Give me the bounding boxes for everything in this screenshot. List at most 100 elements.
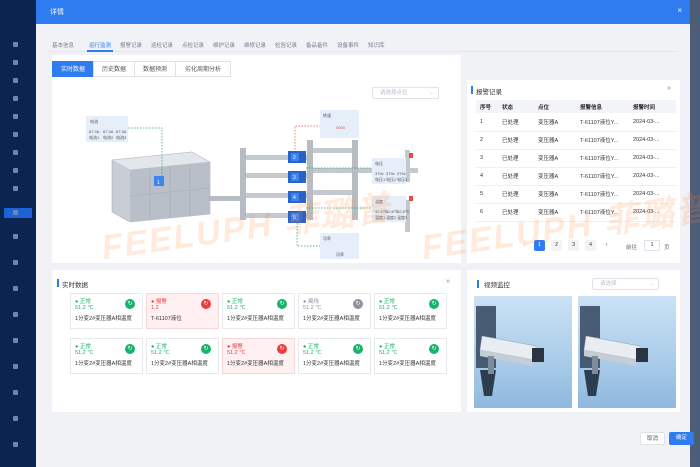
camera-select[interactable]: 请选择 ⌄ bbox=[592, 278, 659, 290]
realtime-card[interactable]: ● 离线 51.2 ℃ 1分变2#变压器A相温度 ↻ bbox=[298, 293, 371, 329]
refresh-icon[interactable]: ↻ bbox=[277, 299, 287, 309]
table-cell: T-61107液位Y... bbox=[576, 203, 629, 222]
table-row[interactable]: 3 已处理 变压器A T-61107液位Y... 2024-03-... bbox=[476, 149, 676, 168]
electric-sub: 电流1 bbox=[89, 134, 100, 140]
realtime-card[interactable]: ● 正常 51.2 ℃ 1分变2#变压器A相温度 ↻ bbox=[374, 338, 447, 374]
card-status: ● 正常 bbox=[379, 299, 395, 305]
card-status: ● 正常 bbox=[379, 344, 395, 350]
table-cell: 变压器A bbox=[534, 185, 576, 204]
card-label: 1分变2#变压器A相温度 bbox=[75, 316, 132, 322]
temp-sub: 温度2 bbox=[386, 214, 397, 220]
power-sub: 功率 bbox=[336, 251, 344, 257]
realtime-card[interactable]: ● 正常 51.2 ℃ 1分变2#变压器A相温度 ↻ bbox=[374, 293, 447, 329]
electric-value: 67.3A bbox=[89, 129, 100, 134]
table-cell: 已处理 bbox=[498, 167, 534, 186]
table-cell: 变压器A bbox=[534, 203, 576, 222]
tank-number: 1 bbox=[157, 180, 160, 186]
electric-box-title: 电流 bbox=[90, 118, 98, 124]
card-status: ● 报警 bbox=[151, 299, 167, 305]
voltage-sub: 电压1 bbox=[375, 176, 386, 182]
card-value: 51.2 ℃ bbox=[379, 305, 398, 311]
cancel-button[interactable]: 取消 bbox=[640, 432, 665, 445]
card-status: ● 正常 bbox=[75, 299, 91, 305]
table-cell: 已处理 bbox=[498, 185, 534, 204]
table-cell: 变压器A bbox=[534, 149, 576, 168]
realtime-card[interactable]: ● 正常 51.2 ℃ 1分变2#变压器A相温度 ↻ bbox=[70, 293, 143, 329]
page-button[interactable]: 3 bbox=[568, 240, 579, 251]
refresh-icon[interactable]: ↻ bbox=[429, 344, 439, 354]
refresh-icon[interactable]: ↻ bbox=[201, 299, 211, 309]
temp-box-title: 温度 bbox=[375, 198, 383, 204]
table-cell: 已处理 bbox=[498, 149, 534, 168]
video-feed[interactable] bbox=[474, 296, 572, 408]
electric-value: 67.3A bbox=[116, 129, 127, 134]
refresh-icon[interactable]: ↻ bbox=[353, 344, 363, 354]
speed-box-title: 转速 bbox=[323, 112, 331, 118]
table-row[interactable]: 5 已处理 变压器A T-61107液位Y... 2024-03-... bbox=[476, 185, 676, 204]
temp-sub: 温度3 bbox=[397, 214, 408, 220]
video-feed[interactable] bbox=[578, 296, 676, 408]
pump-number: 2 bbox=[293, 155, 296, 161]
table-row[interactable]: 1 已处理 变压器A T-61107液位Y... 2024-03-... bbox=[476, 113, 676, 132]
voltage-value: 379v bbox=[397, 171, 406, 176]
realtime-card[interactable]: ● 正常 51.2 ℃ 1分变2#变压器A相温度 ↻ bbox=[298, 338, 371, 374]
section-bar bbox=[57, 279, 59, 287]
next-page-button[interactable]: › bbox=[601, 240, 612, 251]
water-tank[interactable] bbox=[111, 151, 211, 223]
card-value: 51.2 ℃ bbox=[151, 350, 170, 356]
electric-sub: 电流2 bbox=[103, 134, 114, 140]
card-status: ● 报警 bbox=[227, 344, 243, 350]
confirm-button[interactable]: 确定 bbox=[669, 432, 694, 445]
table-row[interactable]: 2 已处理 变压器A T-61107液位Y... 2024-03-... bbox=[476, 131, 676, 150]
table-cell: 2024-03-... bbox=[629, 131, 676, 150]
page-button[interactable]: 1 bbox=[534, 240, 545, 251]
realtime-card[interactable]: ● 正常 51.2 ℃ 1分变2#变压器A相温度 ↻ bbox=[70, 338, 143, 374]
realtime-card[interactable]: ● 正常 51.2 ℃ 1分变2#变压器A相温度 ↻ bbox=[146, 338, 219, 374]
card-value: 51.2 ℃ bbox=[75, 350, 94, 356]
camera-icon bbox=[476, 306, 544, 396]
speed-value: 0000 bbox=[336, 125, 346, 130]
refresh-icon[interactable]: ↻ bbox=[429, 299, 439, 309]
table-row[interactable]: 6 已处理 变压器A T-61107液位Y... 2024-03-... bbox=[476, 203, 676, 222]
refresh-icon[interactable]: ↻ bbox=[353, 299, 363, 309]
table-cell: T-61107液位Y... bbox=[576, 131, 629, 150]
card-status: ● 离线 bbox=[303, 299, 319, 305]
table-cell: 变压器A bbox=[534, 167, 576, 186]
refresh-icon[interactable]: ↻ bbox=[125, 344, 135, 354]
voltage-value: 379v bbox=[375, 171, 384, 176]
voltage-box-title: 电压 bbox=[375, 160, 383, 166]
page-button[interactable]: 4 bbox=[585, 240, 596, 251]
card-label: T-61107液位 bbox=[151, 316, 182, 322]
card-value: 51.2 ℃ bbox=[379, 350, 398, 356]
refresh-icon[interactable]: ↻ bbox=[125, 299, 135, 309]
page-button[interactable]: 2 bbox=[551, 240, 562, 251]
card-status: ● 正常 bbox=[303, 344, 319, 350]
pump-number: 4 bbox=[293, 195, 296, 201]
refresh-icon[interactable]: ↻ bbox=[201, 344, 211, 354]
refresh-icon[interactable]: ↻ bbox=[277, 344, 287, 354]
more-icon[interactable]: » bbox=[446, 278, 450, 285]
alarm-title: 报警记录 bbox=[476, 89, 502, 96]
table-cell: 6 bbox=[476, 203, 498, 222]
voltage-sub: 电压2 bbox=[386, 176, 397, 182]
more-icon[interactable]: » bbox=[667, 85, 671, 92]
table-row[interactable]: 4 已处理 变压器A T-61107液位Y... 2024-03-... bbox=[476, 167, 676, 186]
table-header-row: 序号 状态 点位 报警信息 报警时间 bbox=[476, 100, 676, 113]
alarm-table: 序号 状态 点位 报警信息 报警时间 1 已处理 变压器A T-61107液位Y...… bbox=[476, 100, 676, 222]
temp-value: 42.8℃ bbox=[397, 209, 410, 214]
realtime-card[interactable]: ● 报警 1.2 T-61107液位 ↻ bbox=[146, 293, 219, 329]
prev-page-button[interactable]: ‹ bbox=[519, 240, 530, 251]
video-title: 视频监控 bbox=[484, 282, 510, 289]
card-label: 1分变2#变压器A相温度 bbox=[379, 316, 436, 322]
realtime-card[interactable]: ● 报警 51.2 ℃ 1分变2#变压器A相温度 ↻ bbox=[222, 338, 295, 374]
table-cell: T-61107液位Y... bbox=[576, 185, 629, 204]
realtime-card[interactable]: ● 正常 51.2 ℃ 1分变2#变压器A相温度 ↻ bbox=[222, 293, 295, 329]
column-header: 报警时间 bbox=[629, 100, 676, 113]
table-cell: 2024-03-... bbox=[629, 185, 676, 204]
goto-page-input[interactable]: 1 bbox=[644, 240, 660, 251]
table-cell: 变压器A bbox=[534, 131, 576, 150]
card-value: 51.2 ℃ bbox=[75, 305, 94, 311]
card-label: 1分变2#变压器A相温度 bbox=[303, 316, 360, 322]
card-label: 1分变2#变压器A相温度 bbox=[151, 361, 208, 367]
card-label: 1分变2#变压器A相温度 bbox=[227, 316, 284, 322]
